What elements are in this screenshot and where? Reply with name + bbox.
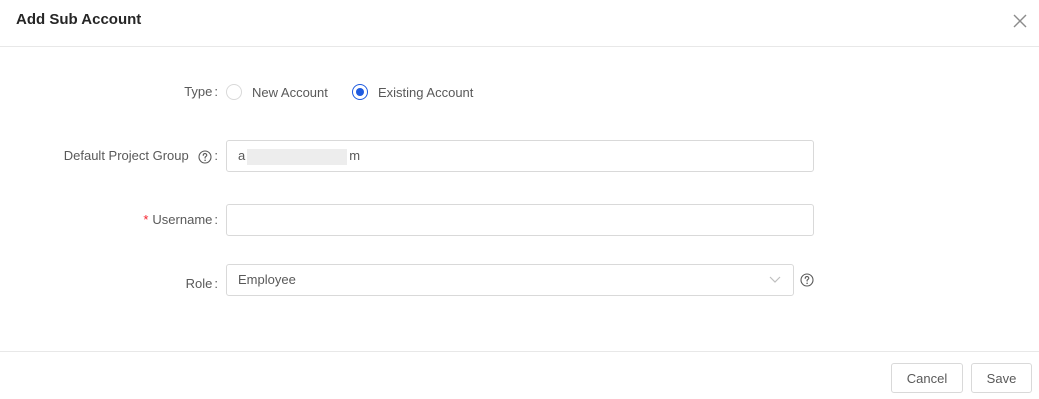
role-label: Role:	[186, 276, 218, 291]
project-group-value-end: m	[349, 148, 361, 163]
radio-existing-account[interactable]: Existing Account	[352, 84, 473, 100]
username-label-text: Username	[152, 212, 213, 227]
role-help-icon[interactable]	[800, 273, 814, 287]
role-label-text: Role	[185, 276, 213, 291]
add-sub-account-dialog: Add Sub Account Type: New Account Existi…	[0, 0, 1039, 399]
type-label: Type:	[184, 84, 218, 99]
role-select[interactable]: Employee	[226, 264, 794, 296]
colon: :	[214, 276, 218, 291]
default-project-group-label-text: Default Project Group	[63, 148, 189, 163]
dialog-title: Add Sub Account	[16, 11, 142, 28]
username-label: * Username:	[143, 212, 218, 227]
type-label-text: Type	[184, 84, 213, 99]
close-icon[interactable]	[1011, 12, 1029, 30]
radio-circle-checked[interactable]	[352, 84, 368, 100]
colon: :	[214, 84, 218, 99]
chevron-down-icon	[769, 276, 781, 283]
dialog-footer: Cancel Save	[0, 351, 1039, 399]
colon: :	[214, 148, 218, 163]
cancel-button[interactable]: Cancel	[891, 363, 963, 393]
colon: :	[214, 212, 218, 227]
required-marker: *	[143, 212, 149, 227]
redacted-text	[247, 148, 348, 165]
dialog-header: Add Sub Account	[0, 0, 1039, 47]
radio-label: New Account	[252, 84, 328, 100]
default-project-group-input[interactable]: am	[226, 140, 814, 172]
role-select-value: Employee	[238, 272, 296, 287]
save-button[interactable]: Save	[971, 363, 1032, 393]
project-group-value-start: a	[238, 148, 246, 163]
radio-new-account[interactable]: New Account	[226, 84, 328, 100]
username-input[interactable]	[226, 204, 814, 236]
question-circle-icon[interactable]	[198, 150, 212, 164]
radio-circle[interactable]	[226, 84, 242, 100]
default-project-group-label: Default Project Group :	[64, 148, 218, 164]
radio-label: Existing Account	[378, 84, 474, 100]
